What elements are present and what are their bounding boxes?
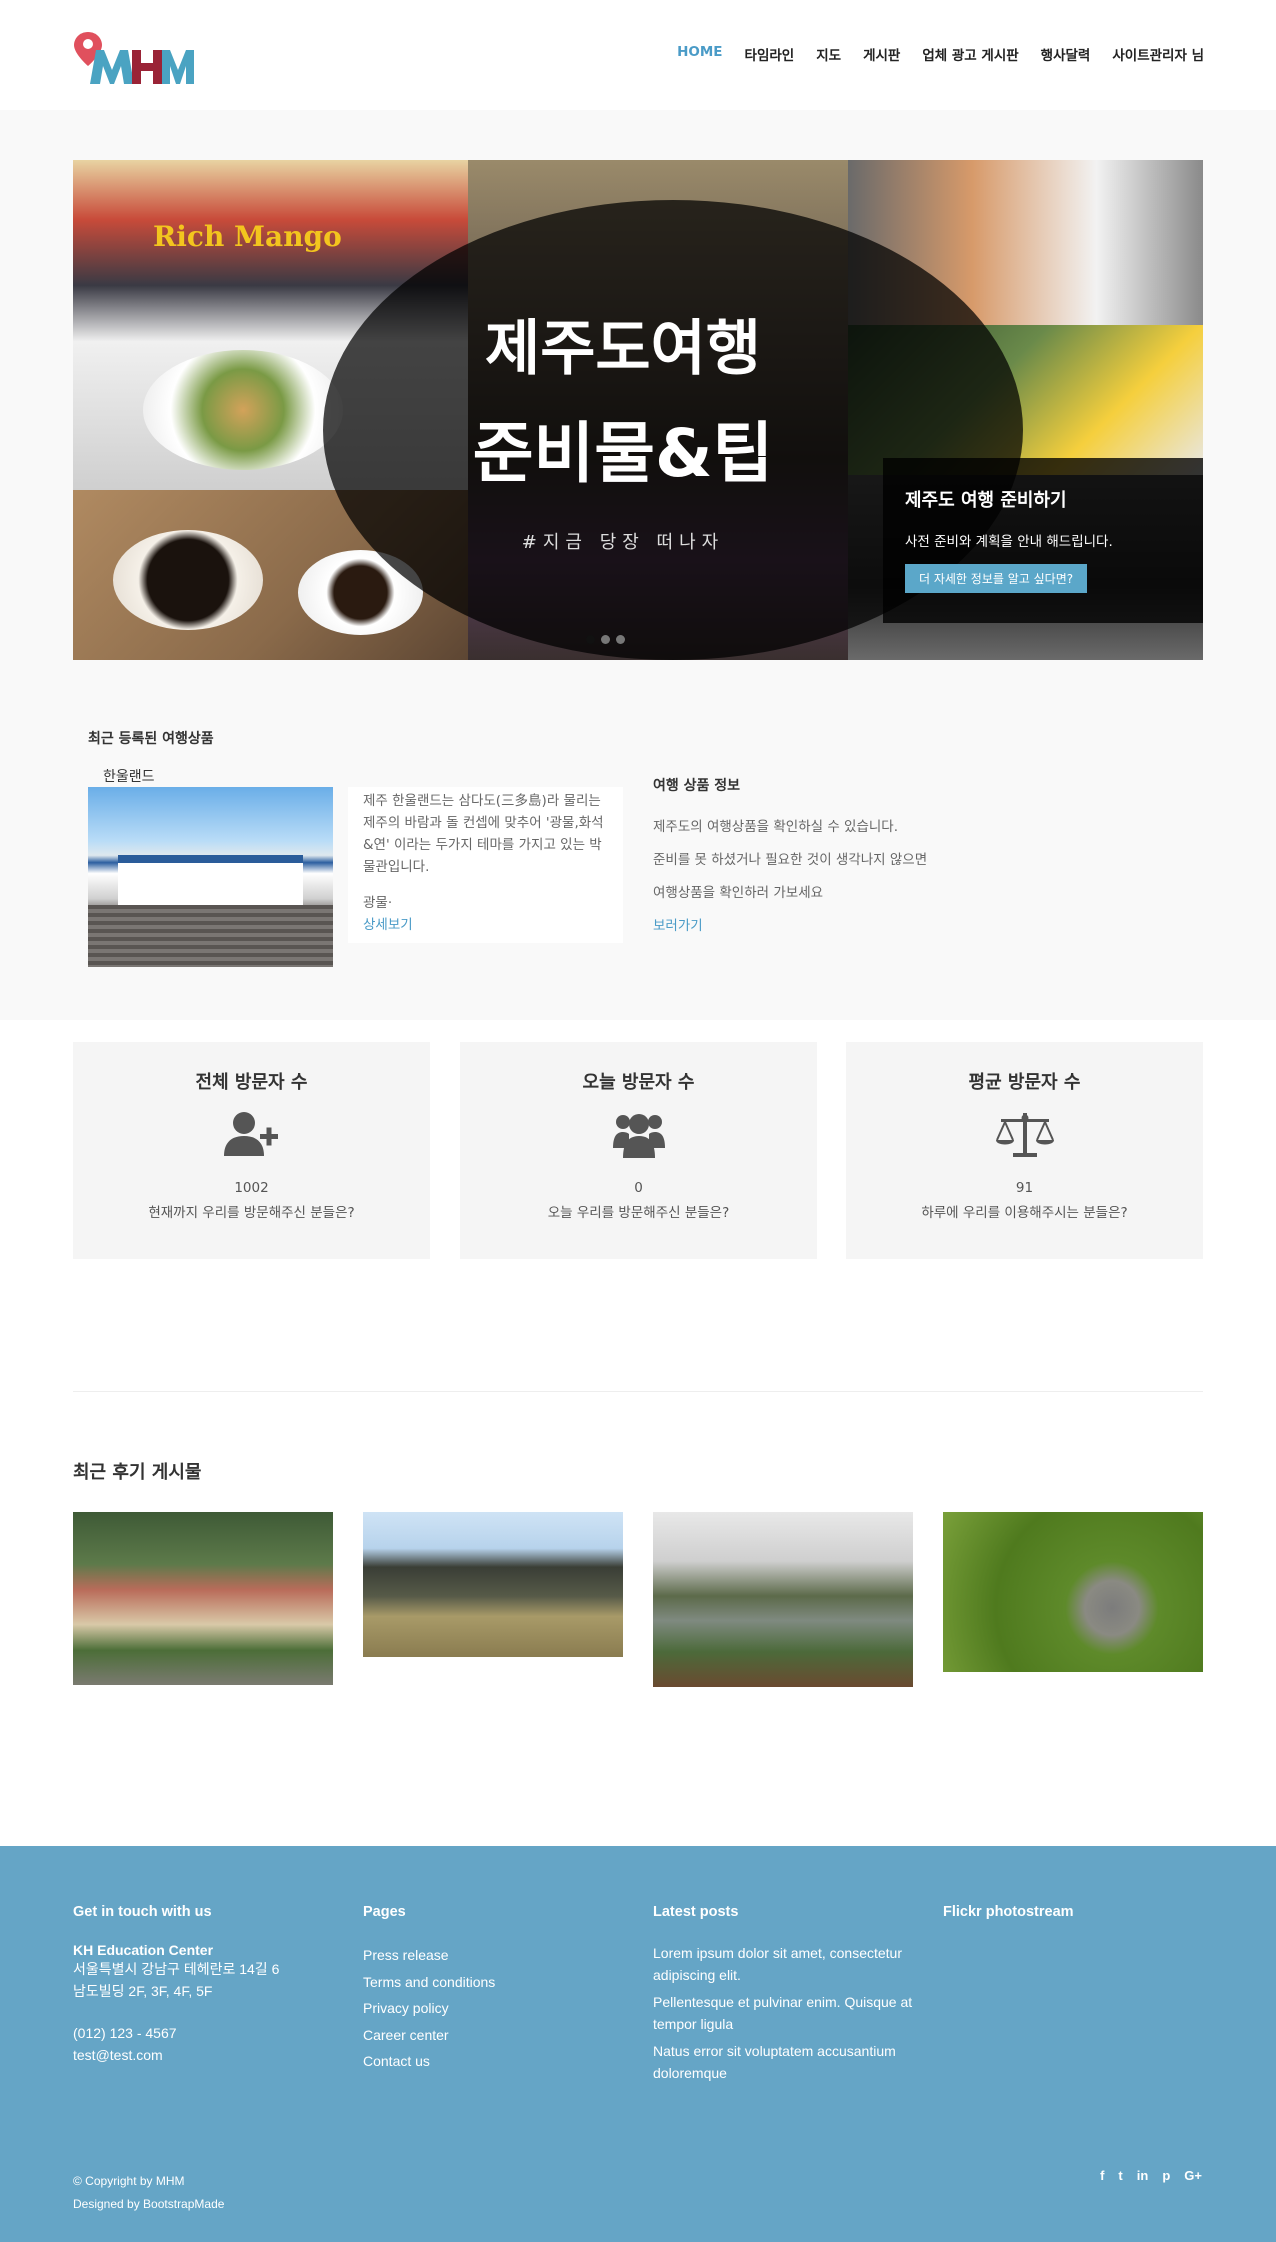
product-info-section: 여행 상품 정보 제주도의 여행상품을 확인하실 수 있습니다. 준비를 못 하…	[653, 775, 1053, 934]
slider-indicators	[586, 635, 625, 644]
stat-value: 1002	[234, 1180, 269, 1196]
recent-products-title: 최근 등록된 여행상품	[88, 731, 214, 747]
product-info-line: 여행상품을 확인하러 가보세요	[653, 885, 824, 901]
nav-map[interactable]: 지도	[816, 44, 841, 64]
nav-home[interactable]: HOME	[677, 44, 722, 64]
product-image[interactable]	[88, 787, 333, 967]
stat-value: 91	[1015, 1180, 1034, 1196]
linkedin-icon[interactable]: in	[1137, 2168, 1149, 2183]
footer-address: 서울특별시 강남구 테헤란로 14길 6	[73, 1961, 280, 1977]
nav-event-calendar[interactable]: 행사달력	[1041, 44, 1091, 64]
product-name: 한울랜드	[103, 769, 155, 785]
footer-address: 남도빌딩 2F, 3F, 4F, 5F	[73, 1983, 213, 1999]
stat-title: 오늘 방문자 수	[582, 1072, 695, 1093]
footer-copyright: © Copyright by MHM Designed by Bootstrap…	[73, 2170, 224, 2216]
slide-more-info-button[interactable]: 더 자세한 정보를 알고 싶다면?	[905, 564, 1088, 593]
footer-phone: (012) 123 - 4567	[73, 2025, 177, 2041]
users-icon	[609, 1110, 669, 1160]
footer-post-link[interactable]: Lorem ipsum dolor sit amet, consectetur …	[653, 1942, 923, 1986]
review-photo-mountain[interactable]	[363, 1512, 623, 1657]
nav-timeline[interactable]: 타임라인	[745, 44, 795, 64]
footer-pages-title: Pages	[363, 1904, 406, 1920]
site-header: HOME 타임라인 지도 게시판 업체 광고 게시판 행사달력 사이트관리자 님	[0, 0, 1276, 110]
copyright-text: © Copyright by MHM	[73, 2174, 185, 2188]
product-type-label: 광물·	[363, 895, 393, 911]
stat-total-visitors: 전체 방문자 수 1002 현재까지 우리를 방문해주신 분들은?	[73, 1042, 430, 1259]
product-info-line: 준비를 못 하셨거나 필요한 것이 생각나지 않으면	[653, 852, 928, 868]
review-photo-coast[interactable]	[653, 1512, 913, 1687]
slide-caption: 제주도 여행 준비하기 사전 준비와 계획을 안내 해드립니다. 더 자세한 정…	[883, 458, 1203, 623]
nav-board[interactable]: 게시판	[863, 44, 900, 64]
slide-caption-title: 제주도 여행 준비하기	[905, 490, 1067, 511]
product-building-shape	[118, 855, 303, 905]
footer-posts-title: Latest posts	[653, 1904, 739, 1920]
footer-post-link[interactable]: Pellentesque et pulvinar enim. Quisque a…	[653, 1991, 923, 2035]
review-photo-kitten[interactable]	[943, 1512, 1203, 1672]
product-stairs-shape	[88, 905, 333, 967]
slider-dot-3[interactable]	[616, 635, 625, 644]
footer-contact-title: Get in touch with us	[73, 1904, 212, 1920]
recent-reviews-title: 최근 후기 게시물	[73, 1462, 202, 1483]
product-info-title: 여행 상품 정보	[653, 778, 741, 794]
footer-page-link[interactable]: Terms and conditions	[363, 1969, 633, 1996]
product-view-link[interactable]: 보러가기	[653, 918, 703, 934]
google-plus-icon[interactable]: G+	[1184, 2168, 1202, 2183]
footer-contact: Get in touch with us KH Education Center…	[73, 1904, 343, 2066]
nav-ad-board[interactable]: 업체 광고 게시판	[922, 44, 1018, 64]
footer-flickr-title: Flickr photostream	[943, 1904, 1074, 1920]
footer-email[interactable]: test@test.com	[73, 2044, 343, 2066]
stat-title: 전체 방문자 수	[195, 1072, 308, 1093]
hero-slider[interactable]: Rich Mango 제주도여행 준비물&팁 #지금 당장 떠나자 제주도 여행…	[73, 160, 1203, 660]
footer-post-link[interactable]: Natus error sit voluptatem accusantium d…	[653, 2040, 923, 2084]
review-photo-cathedral[interactable]	[73, 1512, 333, 1685]
stat-caption: 오늘 우리를 방문해주신 분들은?	[547, 1205, 730, 1221]
slider-dot-2[interactable]	[601, 635, 610, 644]
footer-page-link[interactable]: Contact us	[363, 2048, 633, 2075]
balance-scale-icon	[995, 1110, 1055, 1160]
product-description: 제주 한울랜드는 삼다도(三多島)라 물리는 제주의 바람과 돌 컨셉에 맞추어…	[363, 793, 604, 875]
slide-headline-1: 제주도여행	[485, 314, 761, 384]
stat-average-visitors: 평균 방문자 수 91 하루에 우리를 이용해주시는 분들은?	[846, 1042, 1203, 1259]
social-links: f t in p G+	[1100, 2168, 1202, 2183]
product-description-card: 제주 한울랜드는 삼다도(三多島)라 물리는 제주의 바람과 돌 컨셉에 맞추어…	[348, 787, 623, 943]
product-info-line: 제주도의 여행상품을 확인하실 수 있습니다.	[653, 819, 899, 835]
footer-latest-posts: Latest posts Lorem ipsum dolor sit amet,…	[653, 1904, 923, 2089]
facebook-icon[interactable]: f	[1100, 2168, 1104, 2183]
footer-pages: Pages Press release Terms and conditions…	[363, 1904, 633, 2075]
footer-page-link[interactable]: Privacy policy	[363, 1995, 633, 2022]
footer-page-link[interactable]: Career center	[363, 2022, 633, 2049]
slide-caption-text: 사전 준비와 계획을 안내 해드립니다.	[905, 534, 1113, 550]
stat-caption: 현재까지 우리를 방문해주신 분들은?	[148, 1205, 355, 1221]
site-logo[interactable]	[74, 30, 194, 86]
section-divider	[73, 1391, 1203, 1392]
nav-admin-user[interactable]: 사이트관리자 님	[1112, 44, 1204, 64]
user-plus-icon	[222, 1110, 282, 1160]
footer-flickr: Flickr photostream	[943, 1904, 1213, 1942]
stat-title: 평균 방문자 수	[968, 1072, 1081, 1093]
product-detail-link[interactable]: 상세보기	[363, 917, 413, 933]
slide-sign-text: Rich Mango	[153, 220, 342, 253]
stat-caption: 하루에 우리를 이용해주시는 분들은?	[921, 1205, 1128, 1221]
pinterest-icon[interactable]: p	[1162, 2168, 1170, 2183]
stat-today-visitors: 오늘 방문자 수 0 오늘 우리를 방문해주신 분들은?	[460, 1042, 817, 1259]
main-nav: HOME 타임라인 지도 게시판 업체 광고 게시판 행사달력 사이트관리자 님	[677, 44, 1204, 64]
slider-dot-1[interactable]	[586, 635, 595, 644]
footer-page-link[interactable]: Press release	[363, 1942, 633, 1969]
footer-org-name: KH Education Center	[73, 1942, 214, 1958]
twitter-icon[interactable]: t	[1118, 2168, 1122, 2183]
designed-by-text[interactable]: Designed by BootstrapMade	[73, 2193, 224, 2216]
stat-value: 0	[634, 1180, 643, 1196]
